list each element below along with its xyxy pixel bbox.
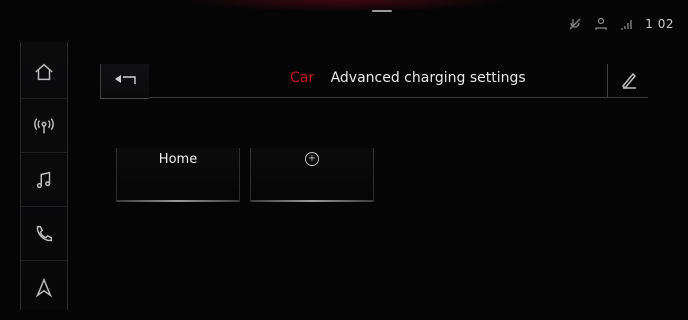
sidebar-item-home[interactable] [21, 46, 67, 99]
tile-add[interactable]: + [250, 148, 374, 202]
infotainment-screen: 1 02 Car Advanced charging settings Home… [0, 0, 688, 320]
clock-time: 1 02 [645, 17, 674, 31]
header-bar: Car Advanced charging settings [100, 64, 648, 99]
lte-signal-icon [619, 16, 635, 32]
add-circle-icon: + [305, 152, 319, 166]
no-mic-icon [567, 16, 583, 32]
left-sidebar [20, 42, 68, 310]
header-divider [100, 97, 648, 98]
sidebar-item-radio[interactable] [21, 100, 67, 153]
page-title: Car Advanced charging settings [290, 70, 526, 86]
tile-label: Home [158, 152, 198, 167]
home-icon [35, 63, 53, 81]
back-icon [115, 75, 136, 84]
edit-button[interactable] [607, 64, 648, 98]
sidebar-item-navigation[interactable] [21, 262, 67, 314]
tile-home[interactable]: Home [116, 148, 240, 202]
navigation-arrow-icon [35, 277, 53, 298]
sidebar-item-phone[interactable] [21, 208, 67, 261]
music-note-icon [36, 171, 51, 189]
top-glow [180, 0, 510, 12]
radio-icon [34, 118, 54, 134]
page-title-text: Advanced charging settings [330, 70, 526, 86]
brand-label: Car [290, 70, 315, 86]
edit-pencil-icon [621, 72, 637, 89]
phone-icon [36, 225, 53, 242]
profile-icon [593, 16, 609, 32]
tile-underline [251, 200, 373, 202]
drag-handle[interactable] [372, 10, 392, 12]
sidebar-item-music[interactable] [21, 154, 67, 207]
back-button[interactable] [100, 64, 149, 99]
status-bar: 1 02 [567, 16, 674, 32]
tile-underline [117, 200, 239, 202]
